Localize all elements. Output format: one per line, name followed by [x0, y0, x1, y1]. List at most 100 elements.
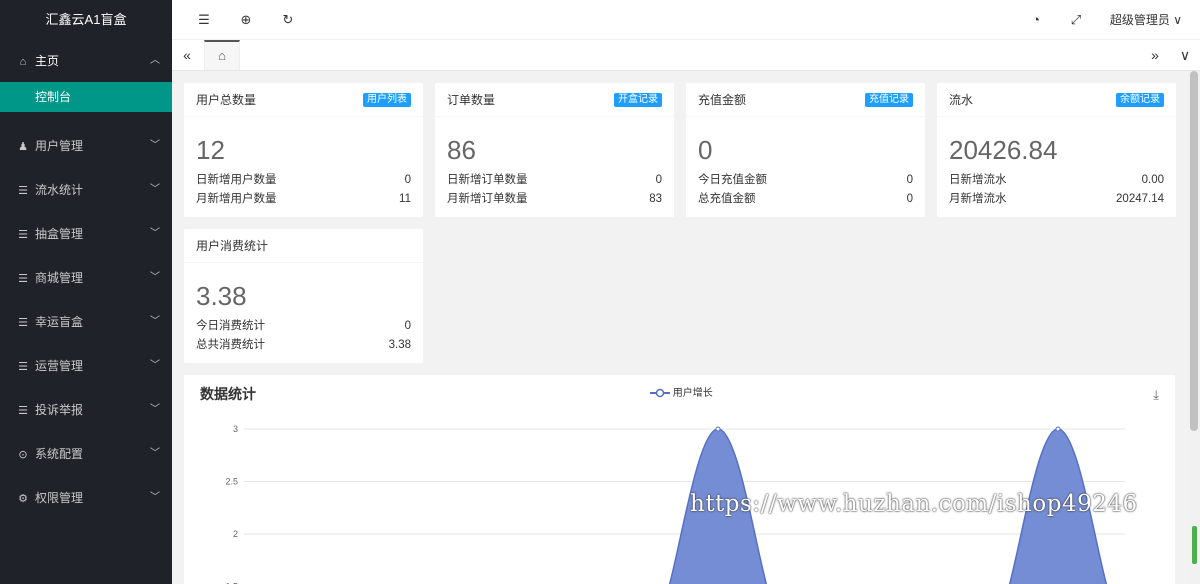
card-row: 日新增流水 0.00: [937, 171, 1176, 190]
sidebar-item-lucky-box[interactable]: ☰ 幸运盲盒 ﹀: [0, 300, 172, 344]
card-row: 总共消费统计 3.38: [184, 336, 423, 355]
card-title: 用户消费统计: [196, 239, 269, 253]
card-value: 12: [196, 135, 225, 165]
sidebar-item-permissions[interactable]: ⚙ 权限管理 ﹀: [0, 476, 172, 520]
box-records-badge[interactable]: 开盒记录: [614, 93, 662, 107]
tabs-next-icon[interactable]: »: [1140, 40, 1170, 70]
stat-card-orders: 订单数量 开盒记录 86 日新增订单数量 0 月新增订单数量 83: [435, 83, 674, 217]
card-title: 流水: [949, 93, 974, 107]
card-row: 总充值金额 0: [686, 190, 925, 209]
y-tick-label: 3: [233, 424, 238, 434]
stat-card-flow: 流水 余额记录 20426.84 日新增流水 0.00 月新增流水 20247.14: [937, 83, 1176, 217]
card-row: 今日消费统计 0: [184, 317, 423, 336]
card-title: 用户总数量: [196, 93, 257, 107]
card-row: 月新增流水 20247.14: [937, 190, 1176, 209]
refresh-icon[interactable]: ↻: [278, 10, 298, 30]
scrollbar-thumb[interactable]: [1190, 71, 1198, 431]
fullscreen-icon[interactable]: ⤢: [1066, 10, 1086, 30]
card-value: 20426.84: [949, 135, 1058, 165]
sidebar-item-label: 系统配置: [35, 447, 84, 461]
user-name: 超级管理员: [1109, 13, 1170, 27]
chart-title: 数据统计: [200, 386, 256, 402]
theme-icon[interactable]: ◔: [1026, 10, 1046, 30]
sidebar-item-home[interactable]: ⌂ 主页 ︿: [0, 40, 172, 82]
chevron-down-icon: ﹀: [150, 492, 160, 503]
sidebar-item-label: 抽盒管理: [35, 227, 84, 241]
chevron-down-icon: ﹀: [150, 316, 160, 327]
sidebar-item-users[interactable]: ♟ 用户管理 ﹀: [0, 124, 172, 168]
row-value: 20247.14: [1116, 193, 1164, 205]
card-value: 0: [698, 135, 713, 165]
sidebar: 汇鑫云A1盲盒 ⌂ 主页 ︿ 控制台 ♟ 用户管理 ﹀ ☰ 流水统计 ﹀ ☰ 抽盒管理 …: [0, 0, 172, 584]
chevron-down-icon: ﹀: [150, 184, 160, 195]
user-menu[interactable]: 超级管理员 ∨: [1110, 0, 1182, 40]
chevron-down-icon: ﹀: [150, 360, 160, 371]
sidebar-item-flow[interactable]: ☰ 流水统计 ﹀: [0, 168, 172, 212]
row-label: 总充值金额: [698, 193, 756, 205]
tab-home[interactable]: ⌂: [204, 40, 240, 70]
app-title: 汇鑫云A1盲盒: [0, 0, 172, 40]
sidebar-item-label: 商城管理: [35, 271, 84, 285]
chevron-down-icon: ﹀: [150, 448, 160, 459]
row-label: 今日消费统计: [196, 320, 265, 332]
home-icon: ⌂: [218, 48, 226, 63]
sidebar-item-label: 流水统计: [35, 183, 84, 197]
list-icon: ☰: [18, 229, 28, 241]
download-icon[interactable]: ⤓: [1153, 387, 1159, 403]
sidebar-item-complaints[interactable]: ☰ 投诉举报 ﹀: [0, 388, 172, 432]
watermark: https://www.huzhan.com/ishop49246: [690, 491, 1138, 517]
row-value: 0.00: [1141, 174, 1164, 186]
card-title: 充值金额: [698, 93, 747, 107]
scroll-indicator: [1192, 526, 1197, 564]
sidebar-item-console[interactable]: 控制台: [0, 82, 172, 112]
list-icon: ☰: [18, 317, 28, 329]
tabs-menu-icon[interactable]: ∨: [1170, 40, 1200, 70]
tab-bar: « ⌂ » ∨: [172, 40, 1200, 71]
recharge-records-badge[interactable]: 充值记录: [865, 93, 913, 107]
settings-icon: ⊙: [18, 449, 28, 461]
page-scrollbar[interactable]: [1188, 71, 1200, 584]
row-label: 月新增流水: [949, 193, 1007, 205]
gear-icon: ⚙: [18, 493, 28, 505]
data-point[interactable]: [1055, 426, 1061, 432]
home-icon: ⌂: [19, 56, 27, 68]
sidebar-nav: ⌂ 主页 ︿ 控制台 ♟ 用户管理 ﹀ ☰ 流水统计 ﹀ ☰ 抽盒管理 ﹀ ☰ 商城管理 …: [0, 40, 172, 520]
y-tick-label: 2.5: [225, 477, 238, 487]
row-label: 日新增流水: [949, 174, 1007, 186]
y-tick-label: 2: [233, 529, 238, 539]
chart-canvas: 32.521.5: [225, 424, 1125, 584]
legend-label: 用户增长: [672, 388, 713, 399]
sidebar-item-label: 用户管理: [35, 139, 84, 153]
sidebar-item-draw[interactable]: ☰ 抽盒管理 ﹀: [0, 212, 172, 256]
chevron-up-icon: ︿: [150, 55, 160, 66]
data-point[interactable]: [715, 426, 721, 432]
stat-card-recharge: 充值金额 充值记录 0 今日充值金额 0 总充值金额 0: [686, 83, 925, 217]
sidebar-item-operations[interactable]: ☰ 运营管理 ﹀: [0, 344, 172, 388]
row-value: 3.38: [388, 339, 411, 351]
users-icon: ♟: [18, 141, 28, 153]
sidebar-item-label: 投诉举报: [35, 403, 84, 417]
sidebar-item-label: 主页: [35, 54, 60, 68]
user-list-badge[interactable]: 用户列表: [363, 93, 411, 107]
chevron-down-icon: ﹀: [150, 272, 160, 283]
chart-legend[interactable]: 用户增长: [650, 384, 713, 399]
card-row: 今日充值金额 0: [686, 171, 925, 190]
row-label: 月新增用户数量: [196, 193, 277, 205]
stat-card-users: 用户总数量 用户列表 12 日新增用户数量 0 月新增用户数量 11: [184, 83, 423, 217]
balance-records-badge[interactable]: 余额记录: [1116, 93, 1164, 107]
row-value: 83: [649, 193, 662, 205]
row-label: 月新增订单数量: [447, 193, 528, 205]
card-title: 订单数量: [447, 93, 496, 107]
globe-icon[interactable]: ⊕: [236, 10, 256, 30]
sidebar-item-label: 权限管理: [35, 491, 84, 505]
row-label: 今日充值金额: [698, 174, 767, 186]
menu-toggle-icon[interactable]: ☰: [194, 10, 214, 30]
card-row: 月新增用户数量 11: [184, 190, 423, 209]
chevron-down-icon: ﹀: [150, 228, 160, 239]
tabs-prev-icon[interactable]: «: [172, 40, 202, 70]
sidebar-item-mall[interactable]: ☰ 商城管理 ﹀: [0, 256, 172, 300]
row-value: 0: [404, 174, 411, 186]
legend-marker-icon: [650, 389, 670, 398]
chevron-down-icon: ﹀: [150, 140, 160, 151]
sidebar-item-system[interactable]: ⊙ 系统配置 ﹀: [0, 432, 172, 476]
